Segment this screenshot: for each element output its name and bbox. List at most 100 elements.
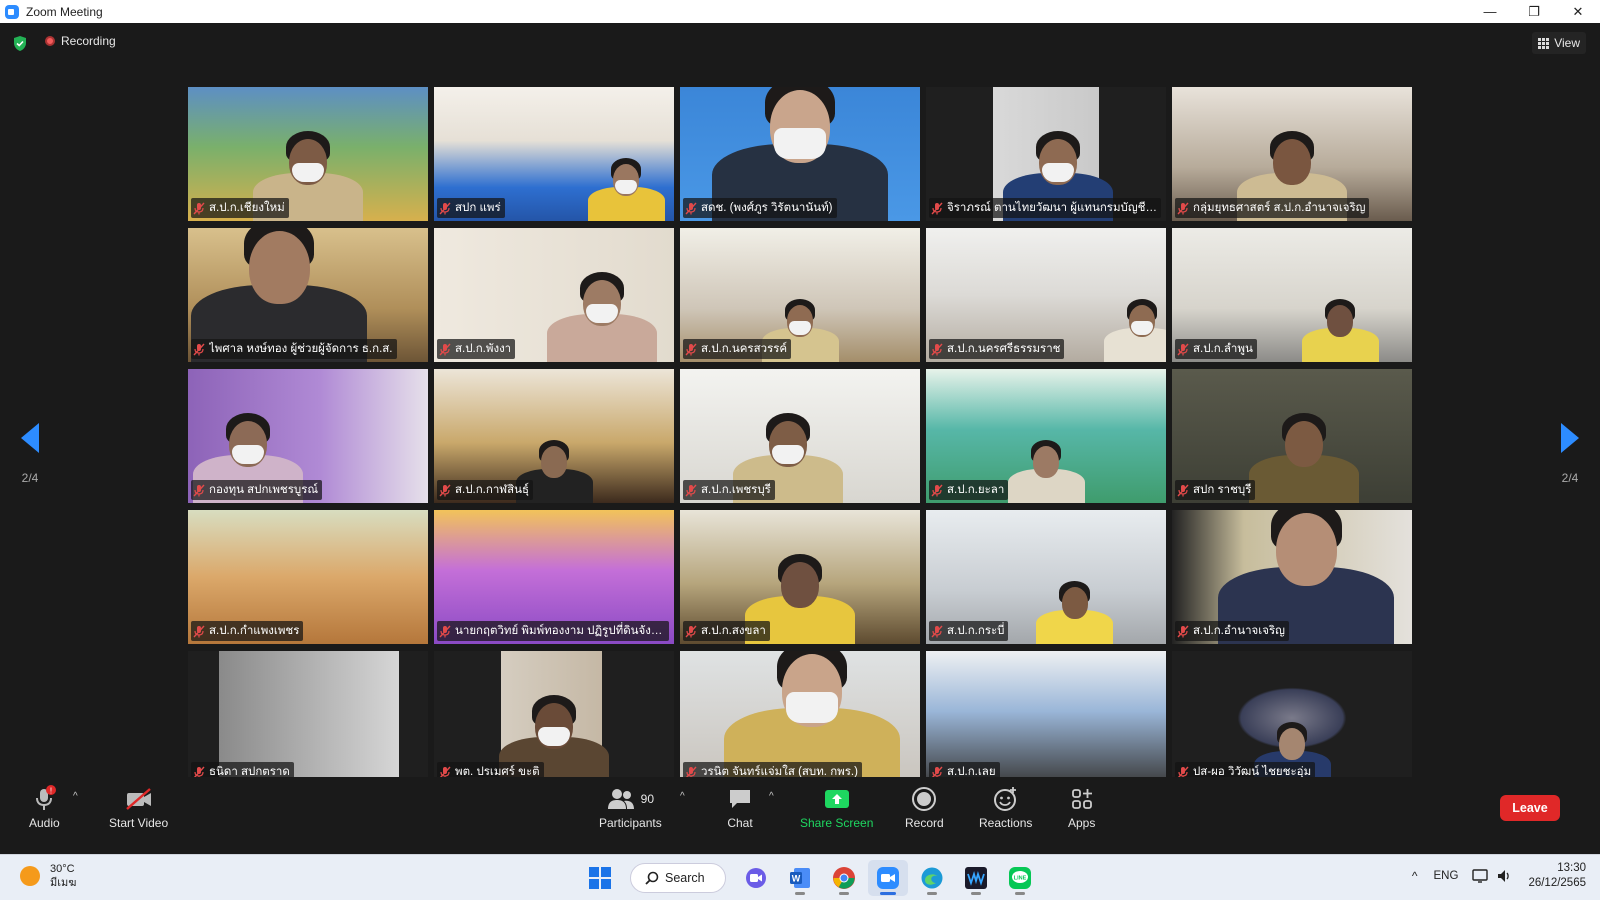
participants-button[interactable]: 90 Participants xyxy=(599,785,662,830)
next-page-button[interactable]: 2/4 xyxy=(1552,423,1588,485)
participant-name: สดช. (พงศ์ภูร วิรัตนานันท์) xyxy=(701,202,833,214)
participant-tile[interactable]: ส.ป.ก.เลย xyxy=(926,651,1166,785)
participant-figure xyxy=(1285,421,1323,467)
start-video-label: Start Video xyxy=(109,816,169,830)
participant-tile[interactable]: ปส-ผอ วิวัฒน์ ไชยชะอุ่ม xyxy=(1172,651,1412,785)
language-indicator[interactable]: ENG xyxy=(1434,870,1459,882)
participant-tile[interactable]: ส.ป.ก.สงขลา xyxy=(680,510,920,644)
zoom-icon xyxy=(877,867,899,889)
participant-name: ไพศาล หงษ์ทอง ผู้ช่วยผู้จัดการ ธ.ก.ส. xyxy=(209,343,393,355)
start-video-button[interactable]: Start Video xyxy=(109,785,168,830)
participant-tile[interactable]: ส.ป.ก.กาฬสินธุ์ xyxy=(434,369,674,503)
recording-indicator[interactable]: Recording xyxy=(45,34,116,48)
taskbar-apps: Search W LINE xyxy=(580,860,1044,896)
line-app-icon: LINE xyxy=(1009,867,1031,889)
restore-button[interactable]: ❐ xyxy=(1512,0,1556,23)
clock[interactable]: 13:30 26/12/2565 xyxy=(1528,861,1586,891)
participant-tile[interactable]: ธนิดา สปกตราด xyxy=(188,651,428,785)
share-screen-button[interactable]: Share Screen xyxy=(800,785,873,830)
participant-tile[interactable]: กองทุน สปกเพชรบูรณ์ xyxy=(188,369,428,503)
participant-tile[interactable]: ส.ป.ก.เชียงใหม่ xyxy=(188,87,428,221)
mic-muted-icon xyxy=(193,202,205,214)
mic-muted-icon xyxy=(193,484,205,496)
participant-tile[interactable]: พต. ปรเมศร์ ขะติ xyxy=(434,651,674,785)
chat-icon xyxy=(730,790,750,808)
page-indicator-left: 2/4 xyxy=(21,471,39,485)
mic-muted-icon xyxy=(685,484,697,496)
close-button[interactable]: ✕ xyxy=(1556,0,1600,23)
mic-muted-icon xyxy=(685,343,697,355)
record-icon xyxy=(912,787,937,811)
participant-tile[interactable]: ส.ป.ก.ลำพูน xyxy=(1172,228,1412,362)
taskbar-search[interactable]: Search xyxy=(630,863,726,893)
participant-tile[interactable]: ไพศาล หงษ์ทอง ผู้ช่วยผู้จัดการ ธ.ก.ส. xyxy=(188,228,428,362)
shield-icon[interactable] xyxy=(12,35,28,52)
apps-button[interactable]: Apps xyxy=(1068,785,1095,830)
participant-namebar: ส.ป.ก.ยะลา xyxy=(929,480,1009,500)
taskbar-word[interactable]: W xyxy=(780,860,820,896)
participant-tile[interactable]: ส.ป.ก.ยะลา xyxy=(926,369,1166,503)
previous-page-button[interactable]: 2/4 xyxy=(12,423,48,485)
face-mask xyxy=(1041,162,1075,183)
audio-button[interactable]: ! Audio xyxy=(29,785,60,830)
participant-tile[interactable]: ส.ป.ก.นครศรีธรรมราช xyxy=(926,228,1166,362)
participants-options-caret[interactable]: ^ xyxy=(680,791,685,802)
minimize-button[interactable]: — xyxy=(1468,0,1512,23)
participant-name: กองทุน สปกเพชรบูรณ์ xyxy=(209,484,319,496)
meeting-controls: ! Audio ^ Start Video 90 Participants ^ … xyxy=(0,777,1600,854)
participant-namebar: ส.ป.ก.กำแพงเพชร xyxy=(191,621,304,641)
tray-overflow-button[interactable]: ^ xyxy=(1412,869,1418,883)
participant-tile[interactable]: ส.ป.ก.นครสวรรค์ xyxy=(680,228,920,362)
video-gallery: ส.ป.ก.เชียงใหม่ สปก แพร่ สดช. (พงศ์ภูร วิร… xyxy=(188,87,1412,789)
network-icon[interactable] xyxy=(1472,868,1490,884)
participant-namebar: ส.ป.ก.นครสวรรค์ xyxy=(683,339,792,359)
system-tray: ^ ENG 13:30 26/12/2565 xyxy=(1412,861,1586,891)
mic-muted-icon xyxy=(193,343,205,355)
participant-tile[interactable]: วรนิต จันทร์แจ่มใส (สบท. กพร.) xyxy=(680,651,920,785)
audio-label: Audio xyxy=(29,816,60,830)
chat-options-caret[interactable]: ^ xyxy=(769,791,774,802)
waveform-app-icon xyxy=(965,867,987,889)
video-off-icon xyxy=(125,788,151,810)
participant-figure xyxy=(1278,727,1306,760)
taskbar-zoom[interactable] xyxy=(868,860,908,896)
participant-tile[interactable]: ส.ป.ก.พังงา xyxy=(434,228,674,362)
start-button[interactable] xyxy=(580,860,620,896)
taskbar-teams[interactable] xyxy=(736,860,776,896)
participant-figure xyxy=(540,445,568,478)
participant-tile[interactable]: จิราภรณ์ ตานไทยวัฒนา ผู้แทนกรมบัญชีก... xyxy=(926,87,1166,221)
mic-muted-icon xyxy=(1177,625,1189,637)
reactions-button[interactable]: Reactions xyxy=(979,785,1032,830)
taskbar-line[interactable]: LINE xyxy=(1000,860,1040,896)
taskbar-edge[interactable] xyxy=(912,860,952,896)
search-label: Search xyxy=(665,871,705,885)
audio-options-caret[interactable]: ^ xyxy=(73,791,78,802)
face-mask xyxy=(771,444,805,465)
face-mask xyxy=(291,162,325,183)
participant-tile[interactable]: สปก แพร่ xyxy=(434,87,674,221)
participant-tile[interactable]: ส.ป.ก.กำแพงเพชร xyxy=(188,510,428,644)
taskbar-chrome[interactable] xyxy=(824,860,864,896)
participant-name: ส.ป.ก.นครสวรรค์ xyxy=(701,343,788,355)
chat-button[interactable]: Chat xyxy=(727,785,753,830)
participant-tile[interactable]: สดช. (พงศ์ภูร วิรัตนานันท์) xyxy=(680,87,920,221)
weather-widget[interactable]: 30°C มีเมฆ xyxy=(20,862,76,890)
participant-tile[interactable]: นายกฤตวิทย์ พิมพ์ทองงาม ปฏิรูปที่ดินจังห… xyxy=(434,510,674,644)
volume-icon[interactable] xyxy=(1496,868,1512,884)
participant-tile[interactable]: ส.ป.ก.กระบี่ xyxy=(926,510,1166,644)
leave-button[interactable]: Leave xyxy=(1500,795,1560,821)
face-mask xyxy=(785,692,839,723)
participant-tile[interactable]: ส.ป.ก.เพชรบุรี xyxy=(680,369,920,503)
participant-name: ส.ป.ก.ยะลา xyxy=(947,484,1005,496)
view-button[interactable]: View xyxy=(1532,32,1586,54)
participant-namebar: ส.ป.ก.สงขลา xyxy=(683,621,770,641)
participant-tile[interactable]: ส.ป.ก.อำนาจเจริญ xyxy=(1172,510,1412,644)
mic-muted-icon xyxy=(931,202,943,214)
record-button[interactable]: Record xyxy=(905,785,944,830)
participant-tile[interactable]: กลุ่มยุทธศาสตร์ ส.ป.ก.อำนาจเจริญ xyxy=(1172,87,1412,221)
mic-muted-icon xyxy=(439,484,451,496)
word-icon: W xyxy=(790,868,810,888)
participant-tile[interactable]: สปก ราชบุรี xyxy=(1172,369,1412,503)
participant-namebar: สดช. (พงศ์ภูร วิรัตนานันท์) xyxy=(683,198,837,218)
taskbar-audio-app[interactable] xyxy=(956,860,996,896)
